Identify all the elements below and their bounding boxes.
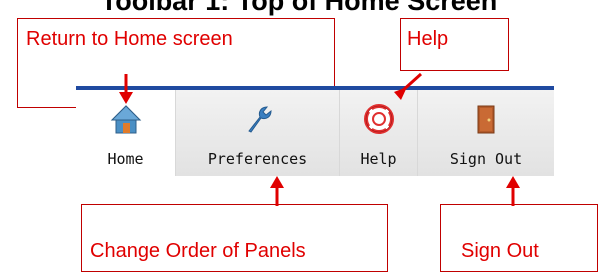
toolbar-home-button[interactable]: Home bbox=[76, 90, 176, 176]
callout-help-text: Help bbox=[407, 28, 449, 50]
callout-signout: Sign Out bbox=[440, 204, 598, 272]
toolbar: Home Preferences Help Sign Out bbox=[76, 86, 554, 176]
callout-signout-text: Sign Out bbox=[461, 240, 539, 262]
toolbar-signout-label: Sign Out bbox=[449, 150, 523, 168]
toolbar-help-label: Help bbox=[360, 150, 397, 168]
toolbar-preferences-label: Preferences bbox=[207, 150, 308, 168]
toolbar-preferences-button[interactable]: Preferences bbox=[176, 90, 340, 176]
callout-help: Help bbox=[400, 18, 509, 71]
callout-preferences: Change Order of Panels bbox=[81, 204, 388, 272]
arrow-preferences bbox=[270, 176, 284, 206]
door-icon bbox=[477, 105, 495, 134]
home-icon bbox=[110, 105, 141, 134]
callout-return-home-text: Return to Home screen bbox=[26, 28, 233, 50]
toolbar-help-button[interactable]: Help bbox=[340, 90, 418, 176]
toolbar-signout-button[interactable]: Sign Out bbox=[418, 90, 554, 176]
page-title: Toolbar 1: Top of Home Screen bbox=[100, 0, 498, 16]
wrench-icon bbox=[247, 106, 272, 133]
lifebuoy-icon bbox=[363, 104, 394, 134]
callout-preferences-text: Change Order of Panels bbox=[90, 240, 306, 262]
arrow-signout bbox=[506, 176, 520, 206]
toolbar-home-label: Home bbox=[107, 150, 144, 168]
